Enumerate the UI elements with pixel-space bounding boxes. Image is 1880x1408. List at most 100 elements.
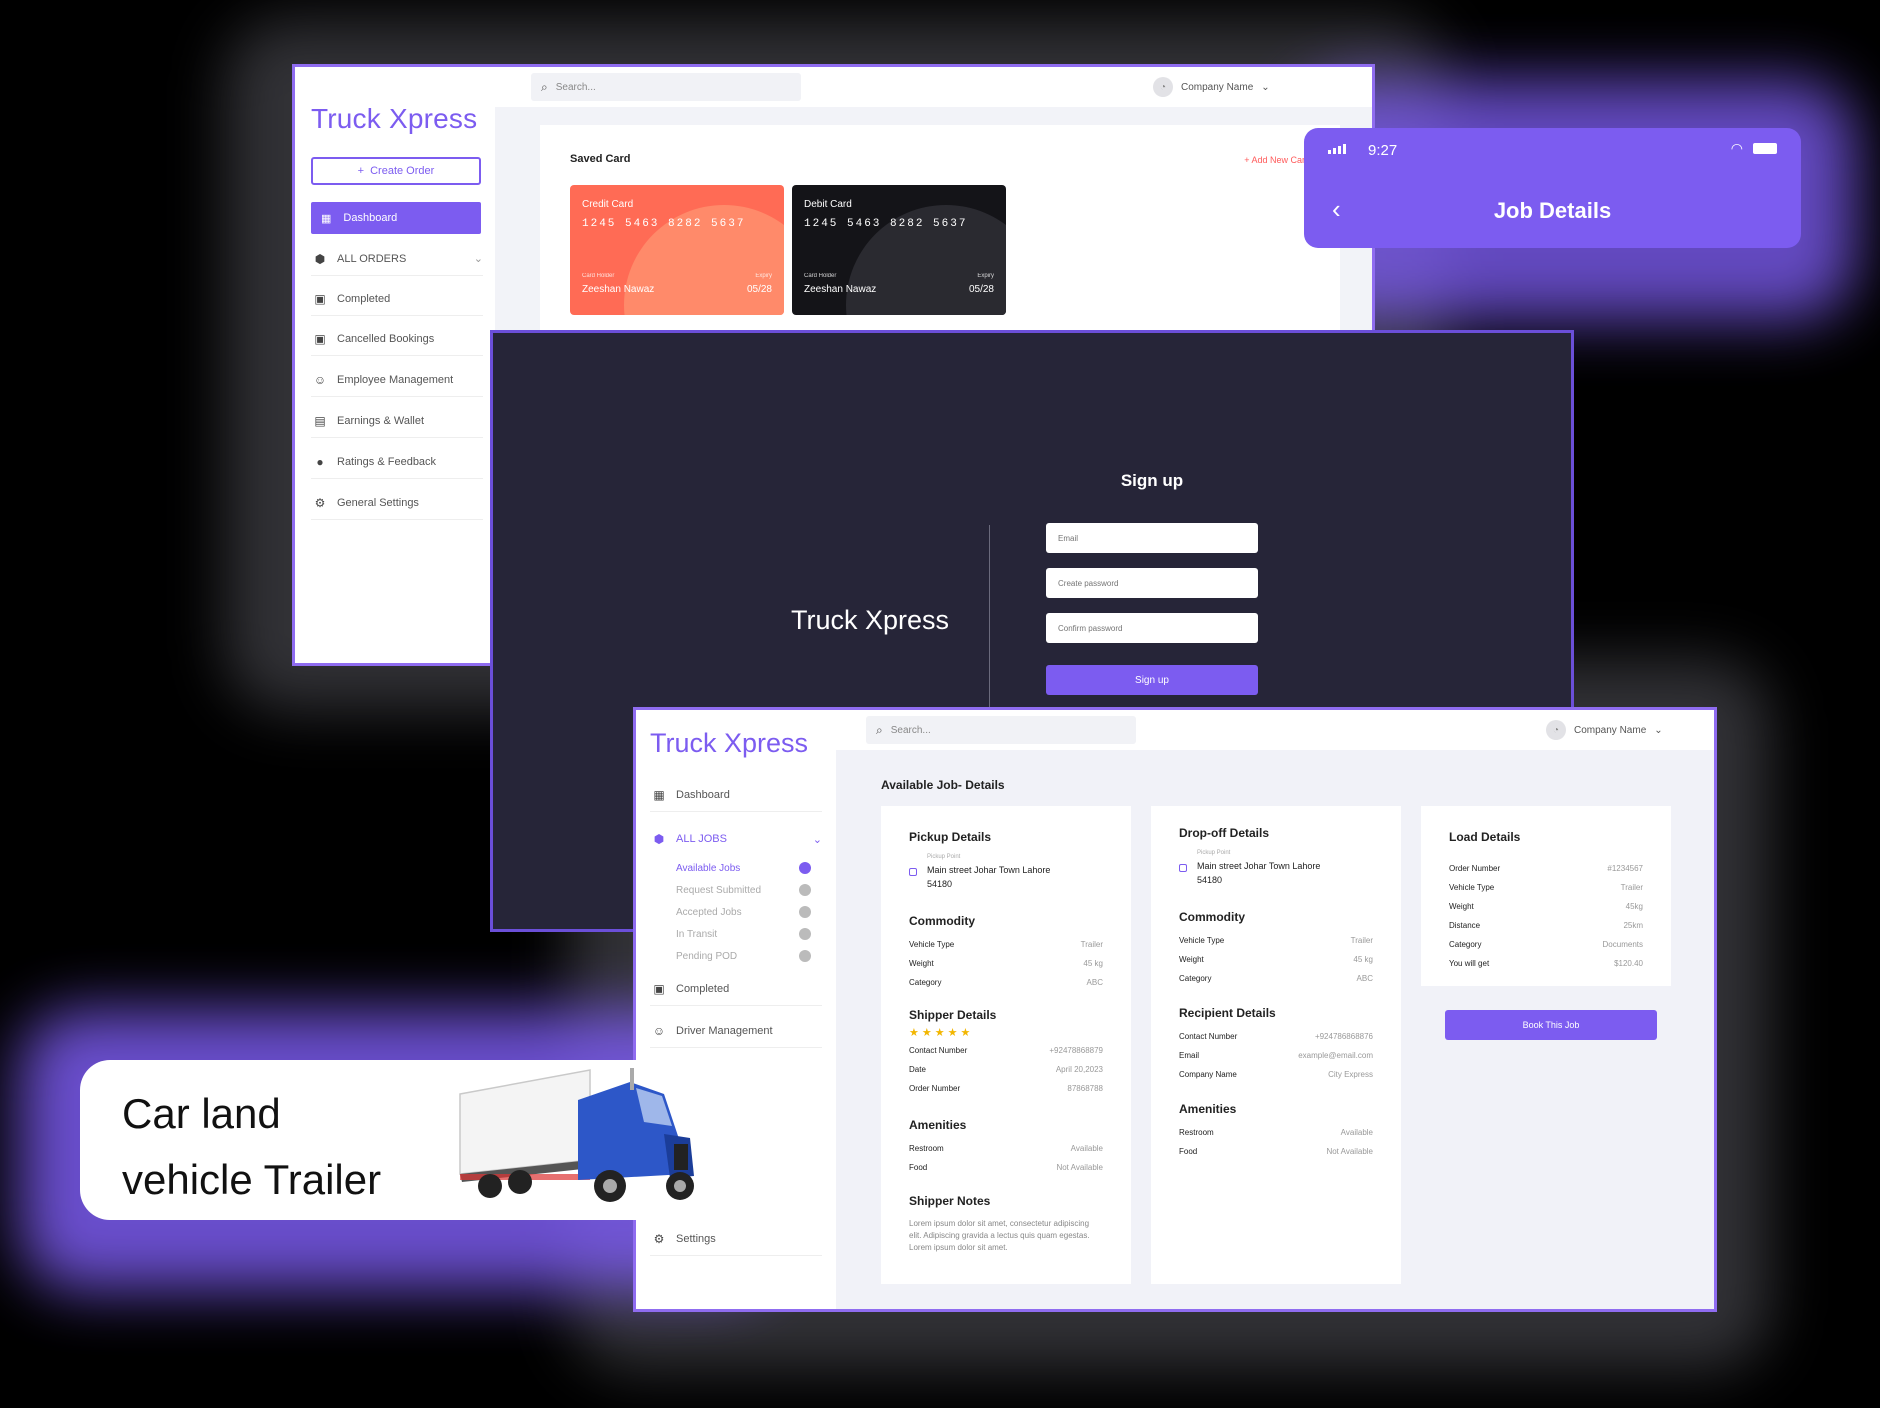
row-value: ABC — [1356, 974, 1373, 983]
row-value: Available — [1340, 1128, 1373, 1137]
sidebar-item-earnings[interactable]: ▤ Earnings & Wallet — [311, 404, 483, 438]
card-holder: Zeeshan Nawaz — [804, 284, 877, 295]
sidebar-item-dashboard[interactable]: ▦ Dashboard — [650, 778, 822, 812]
promo-line-2: vehicle Trailer — [122, 1156, 382, 1203]
credit-card[interactable]: Credit Card 1245 5463 8282 5637 Card Hol… — [570, 185, 784, 315]
box-icon: ⬢ — [314, 251, 326, 266]
dashboard-sidebar: Truck Xpress + Create Order ▦ Dashboard … — [295, 67, 495, 663]
sidebar-item-label: Earnings & Wallet — [337, 414, 425, 427]
sidebar-item-completed[interactable]: ▣ Completed — [650, 972, 822, 1006]
sidebar-item-completed[interactable]: ▣ Completed — [311, 282, 483, 316]
detail-row: Category ABC — [1179, 974, 1373, 983]
sidebar-subitem-request[interactable]: Request Submitted — [676, 884, 811, 896]
row-key: Vehicle Type — [909, 940, 955, 949]
star-circle-icon: ● — [316, 454, 324, 469]
section-title: Recipient Details — [1179, 1006, 1276, 1020]
sidebar-item-all-jobs[interactable]: ⬢ ALL JOBS ⌄ — [650, 822, 822, 856]
subitem-label: Pending POD — [676, 950, 738, 962]
chevron-down-icon: ⌄ — [473, 253, 483, 265]
row-key: Order Number — [1449, 864, 1501, 873]
book-job-button[interactable]: Book This Job — [1445, 1010, 1657, 1040]
sidebar-item-label: Driver Management — [676, 1024, 773, 1037]
detail-row: Weight 45kg — [1449, 902, 1643, 911]
sidebar-item-dashboard[interactable]: ▦ Dashboard — [311, 202, 481, 234]
card-number: 1245 5463 8282 5637 — [804, 218, 968, 230]
detail-row: Vehicle Type Trailer — [909, 940, 1103, 949]
debit-card[interactable]: Debit Card 1245 5463 8282 5637 Card Hold… — [792, 185, 1006, 315]
detail-row: Restroom Available — [1179, 1128, 1373, 1137]
sidebar-item-label: Employee Management — [337, 373, 454, 386]
section-title: Amenities — [909, 1118, 967, 1132]
card-holder-label: Card Holder — [582, 273, 615, 279]
sidebar-item-cancelled[interactable]: ▣ Cancelled Bookings — [311, 322, 483, 356]
gear-icon: ⚙ — [653, 1231, 665, 1246]
sidebar-subitem-accepted[interactable]: Accepted Jobs — [676, 906, 811, 918]
subitem-label: Request Submitted — [676, 884, 762, 896]
row-key: Order Number — [909, 1084, 961, 1093]
row-key: Vehicle Type — [1179, 936, 1225, 945]
sidebar-item-employee[interactable]: ☺ Employee Management — [311, 363, 483, 397]
card-holder-label: Card Holder — [804, 273, 837, 279]
confirm-password-field[interactable] — [1046, 613, 1258, 643]
shipper-notes: Lorem ipsum dolor sit amet, consectetur … — [909, 1219, 1090, 1252]
sidebar-item-ratings[interactable]: ● Ratings & Feedback — [311, 445, 483, 479]
sidebar-item-settings[interactable]: ⚙ Settings — [650, 1222, 822, 1256]
search-icon: ⌕ — [876, 722, 883, 737]
wallet-icon: ▤ — [314, 413, 326, 428]
row-key: You will get — [1449, 959, 1490, 968]
card-type: Credit Card — [582, 199, 634, 210]
row-value: 87868788 — [1067, 1084, 1103, 1093]
dropoff-details-card: Drop-off Details Pickup Point Main stree… — [1151, 806, 1401, 1284]
card-expiry-label: Expiry — [755, 273, 772, 279]
status-time: 9:27 — [1368, 142, 1398, 159]
section-title: Pickup Details — [909, 830, 992, 844]
create-order-button[interactable]: + Create Order — [311, 157, 481, 185]
create-password-field[interactable] — [1046, 568, 1258, 598]
detail-row: Order Number #1234567 — [1449, 864, 1643, 873]
signup-button[interactable]: Sign up — [1046, 665, 1258, 695]
row-key: Restroom — [909, 1144, 944, 1153]
row-value: Trailer — [1080, 940, 1103, 949]
search-input[interactable]: ⌕ Search... — [866, 716, 1136, 744]
jobs-window: Truck Xpress ▦ Dashboard ⬢ ALL JOBS ⌄ Av… — [633, 707, 1717, 1312]
sidebar-subitem-pod[interactable]: Pending POD — [676, 950, 811, 962]
search-input[interactable]: ⌕ Search... — [531, 73, 801, 101]
dashboard-icon: ▦ — [321, 212, 332, 225]
row-key: Category — [1179, 974, 1212, 983]
company-menu[interactable]: ◔ Company Name ⌄ — [1546, 720, 1663, 740]
row-value: Not Available — [1056, 1163, 1103, 1172]
row-key: Vehicle Type — [1449, 883, 1495, 892]
sidebar-subitem-available[interactable]: Available Jobs — [676, 862, 811, 874]
dashboard-topbar: ⌕ Search... ◔ Company Name ⌄ — [495, 67, 1372, 107]
detail-row: Weight 45 kg — [1179, 955, 1373, 964]
company-name: Company Name — [1574, 724, 1647, 736]
add-new-card-link[interactable]: + Add New Card — [1244, 155, 1310, 165]
detail-row: Food Not Available — [909, 1163, 1103, 1172]
row-value: Trailer — [1350, 936, 1373, 945]
promo-card: Car land vehicle Trailer — [80, 1060, 780, 1220]
row-value: 45 kg — [1083, 959, 1103, 968]
sidebar-item-label: ALL JOBS — [676, 833, 727, 845]
sidebar-item-all-orders[interactable]: ⬢ ALL ORDERS ⌄ — [311, 242, 483, 276]
email-field[interactable] — [1046, 523, 1258, 553]
users-icon: ☺ — [652, 1023, 666, 1038]
sidebar-item-driver[interactable]: ☺ Driver Management — [650, 1014, 822, 1048]
row-value: ABC — [1086, 978, 1103, 987]
sidebar-item-settings[interactable]: ⚙ General Settings — [311, 486, 483, 520]
search-icon: ⌕ — [541, 79, 548, 94]
mobile-job-details-header: 9:27 ◠ ‹ Job Details — [1304, 128, 1801, 248]
sidebar-item-label: Dashboard — [676, 788, 730, 801]
create-order-label: Create Order — [370, 165, 435, 177]
company-menu[interactable]: ◔ Company Name ⌄ — [1153, 77, 1270, 97]
location-label: Pickup Point — [927, 854, 961, 860]
sidebar-subitem-transit[interactable]: In Transit — [676, 928, 811, 940]
row-value: 45 kg — [1353, 955, 1373, 964]
status-icons: ◠ — [1731, 140, 1777, 157]
truck-icon: ▣ — [653, 981, 665, 996]
avatar: ◔ — [1546, 720, 1566, 740]
plus-icon: + — [357, 165, 365, 177]
row-key: Weight — [1179, 955, 1204, 964]
location-address: Main street Johar Town Lahore 54180 — [1197, 861, 1321, 885]
section-title: Load Details — [1449, 830, 1521, 844]
detail-row: Distance 25km — [1449, 921, 1643, 930]
